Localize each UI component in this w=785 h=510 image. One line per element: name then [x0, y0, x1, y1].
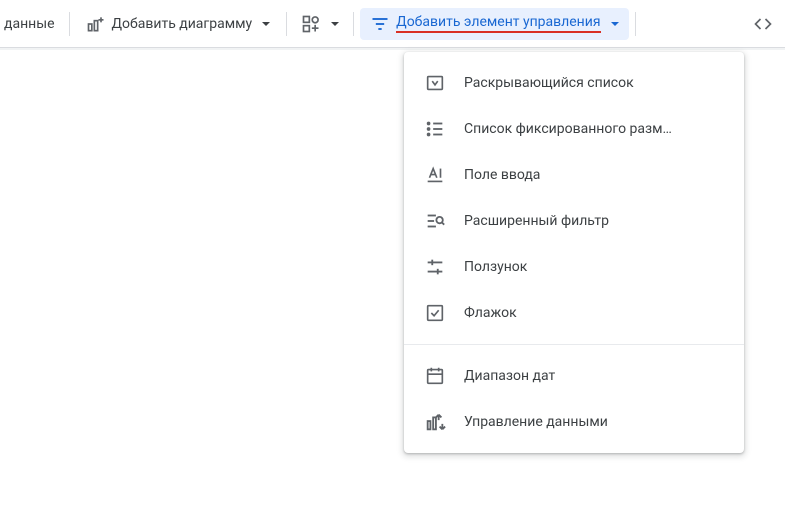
menu-item-label: Расширенный фильтр — [464, 213, 724, 229]
slider-icon — [424, 256, 446, 278]
add-control-button-label: Добавить элемент управления — [396, 14, 600, 33]
menu-item-input-field[interactable]: Поле ввода — [404, 152, 744, 198]
menu-item-label: Раскрывающийся список — [464, 75, 724, 91]
separator — [69, 12, 70, 36]
menu-item-advanced-filter[interactable]: Расширенный фильтр — [404, 198, 744, 244]
shapes-icon — [301, 14, 321, 34]
menu-item-label: Флажок — [464, 305, 724, 321]
truncated-menu-label[interactable]: данные — [4, 10, 63, 38]
chevron-down-icon — [611, 22, 619, 26]
chevron-down-icon — [331, 22, 339, 26]
add-chart-button-label: Добавить диаграмму — [112, 16, 253, 32]
add-control-dropdown: Раскрывающийся список Список фиксированн… — [404, 52, 744, 453]
chart-icon — [86, 14, 106, 34]
menu-item-label: Ползунок — [464, 259, 724, 275]
checkbox-icon — [424, 302, 446, 324]
date-range-icon — [424, 365, 446, 387]
separator — [353, 12, 354, 36]
menu-divider — [404, 344, 744, 345]
add-control-button[interactable]: Добавить элемент управления — [360, 8, 628, 40]
menu-item-data-control[interactable]: Управление данными — [404, 399, 744, 445]
filter-icon — [370, 14, 390, 34]
menu-item-dropdown-list[interactable]: Раскрывающийся список — [404, 60, 744, 106]
menu-item-label: Диапазон дат — [464, 368, 724, 384]
menu-item-label: Список фиксированного разм… — [464, 121, 724, 137]
menu-item-label: Поле ввода — [464, 167, 724, 183]
fixed-list-icon — [424, 118, 446, 140]
separator — [286, 12, 287, 36]
add-chart-button[interactable]: Добавить диаграмму — [76, 8, 281, 40]
menu-item-checkbox[interactable]: Флажок — [404, 290, 744, 336]
separator — [635, 12, 636, 36]
data-control-icon — [424, 411, 446, 433]
input-field-icon — [424, 164, 446, 186]
menu-item-label: Управление данными — [464, 414, 724, 430]
chevron-down-icon — [262, 22, 270, 26]
advanced-filter-icon — [424, 210, 446, 232]
community-visualizations-button[interactable] — [293, 8, 347, 40]
dropdown-list-icon — [424, 72, 446, 94]
embed-button[interactable] — [745, 8, 781, 40]
code-icon — [753, 14, 773, 34]
menu-item-date-range[interactable]: Диапазон дат — [404, 353, 744, 399]
menu-item-slider[interactable]: Ползунок — [404, 244, 744, 290]
toolbar: данные Добавить диаграмму — [0, 0, 785, 48]
menu-item-fixed-list[interactable]: Список фиксированного разм… — [404, 106, 744, 152]
toolbar-right — [745, 8, 781, 40]
